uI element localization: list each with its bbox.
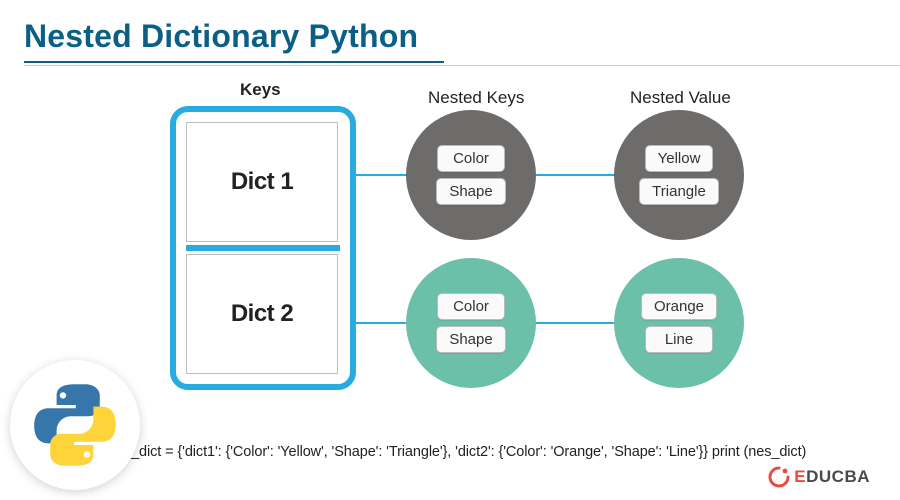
python-logo-badge — [10, 360, 140, 490]
nested-keys-circle-2: Color Shape — [406, 258, 536, 388]
brand-logo: EDUCBA — [768, 466, 870, 488]
nested-value-circle-2: Orange Line — [614, 258, 744, 388]
title-underline — [24, 61, 444, 63]
nested-keys-circle-1: Color Shape — [406, 110, 536, 240]
nested-value-chip: Orange — [641, 293, 717, 320]
outer-key-1-label: Dict 1 — [231, 168, 293, 196]
nested-key-chip: Shape — [436, 178, 505, 205]
brand-text: EDUCBA — [794, 467, 870, 487]
brand-accent: E — [794, 467, 806, 486]
column-header-nested-value: Nested Value — [630, 88, 731, 108]
header: Nested Dictionary Python — [0, 0, 900, 66]
brand-icon — [768, 466, 790, 488]
nested-value-chip: Triangle — [639, 178, 719, 205]
keys-container: Dict 1 Dict 2 — [170, 106, 356, 390]
nested-value-chip: Yellow — [645, 145, 714, 172]
outer-key-cell-2: Dict 2 — [186, 254, 338, 374]
python-icon — [31, 381, 119, 469]
nested-key-chip: Color — [437, 293, 505, 320]
keys-divider — [186, 245, 340, 251]
diagram-area: Keys Nested Keys Nested Value Dict 1 Dic… — [170, 78, 850, 428]
nested-value-circle-1: Yellow Triangle — [614, 110, 744, 240]
nested-key-chip: Shape — [436, 326, 505, 353]
page-title: Nested Dictionary Python — [24, 18, 900, 55]
nested-value-chip: Line — [645, 326, 713, 353]
nested-key-chip: Color — [437, 145, 505, 172]
outer-key-cell-1: Dict 1 — [186, 122, 338, 242]
brand-rest: DUCBA — [806, 467, 870, 486]
column-header-keys: Keys — [240, 80, 281, 100]
title-divider — [24, 65, 900, 66]
outer-key-2-label: Dict 2 — [231, 300, 293, 328]
code-example: nes_dict = {'dict1': {'Color': 'Yellow',… — [108, 444, 806, 460]
column-header-nested-keys: Nested Keys — [428, 88, 524, 108]
